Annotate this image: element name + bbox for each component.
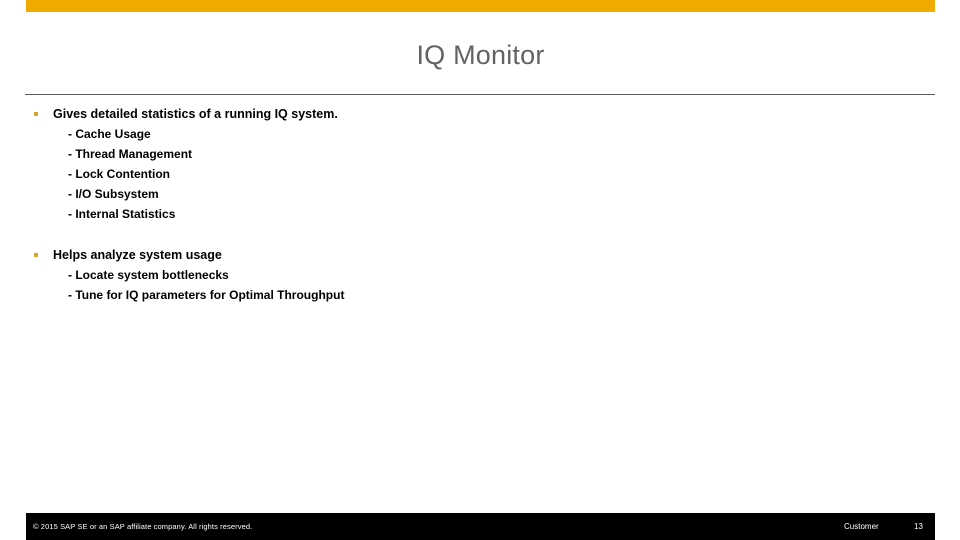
sub-bullet-item: - Lock Contention	[0, 164, 960, 184]
bullet-item: Gives detailed statistics of a running I…	[0, 104, 960, 124]
sub-bullet-item: - Thread Management	[0, 144, 960, 164]
sub-bullet-item: - Internal Statistics	[0, 204, 960, 224]
bullet-label: Helps analyze system usage	[53, 248, 222, 262]
square-bullet-icon	[34, 253, 38, 257]
sub-bullet-label: - I/O Subsystem	[68, 187, 159, 201]
footer-page-number: 13	[914, 522, 923, 531]
top-accent-bar	[26, 0, 935, 12]
bullet-item: Helps analyze system usage	[0, 245, 960, 265]
bullet-group: Gives detailed statistics of a running I…	[0, 104, 960, 224]
title-divider	[25, 94, 935, 95]
slide-body: Gives detailed statistics of a running I…	[0, 104, 960, 305]
square-bullet-icon	[34, 112, 38, 116]
bullet-group: Helps analyze system usage - Locate syst…	[0, 245, 960, 305]
footer-audience-label: Customer	[844, 522, 879, 531]
sub-bullet-item: - Cache Usage	[0, 124, 960, 144]
sub-bullet-label: - Cache Usage	[68, 127, 151, 141]
bullet-label: Gives detailed statistics of a running I…	[53, 107, 338, 121]
sub-bullet-label: - Thread Management	[68, 147, 193, 161]
sub-bullet-item: - Tune for IQ parameters for Optimal Thr…	[0, 285, 960, 305]
sub-bullet-item: - I/O Subsystem	[0, 184, 960, 204]
sub-bullet-label: - Tune for IQ parameters for Optimal Thr…	[68, 288, 345, 302]
sub-bullet-label: - Locate system bottlenecks	[68, 268, 229, 282]
sub-bullet-label: - Internal Statistics	[68, 207, 176, 221]
footer-copyright: © 2015 SAP SE or an SAP affiliate compan…	[33, 522, 253, 531]
page-title: IQ Monitor	[416, 40, 545, 70]
sub-bullet-label: - Lock Contention	[68, 167, 170, 181]
sub-bullet-item: - Locate system bottlenecks	[0, 265, 960, 285]
